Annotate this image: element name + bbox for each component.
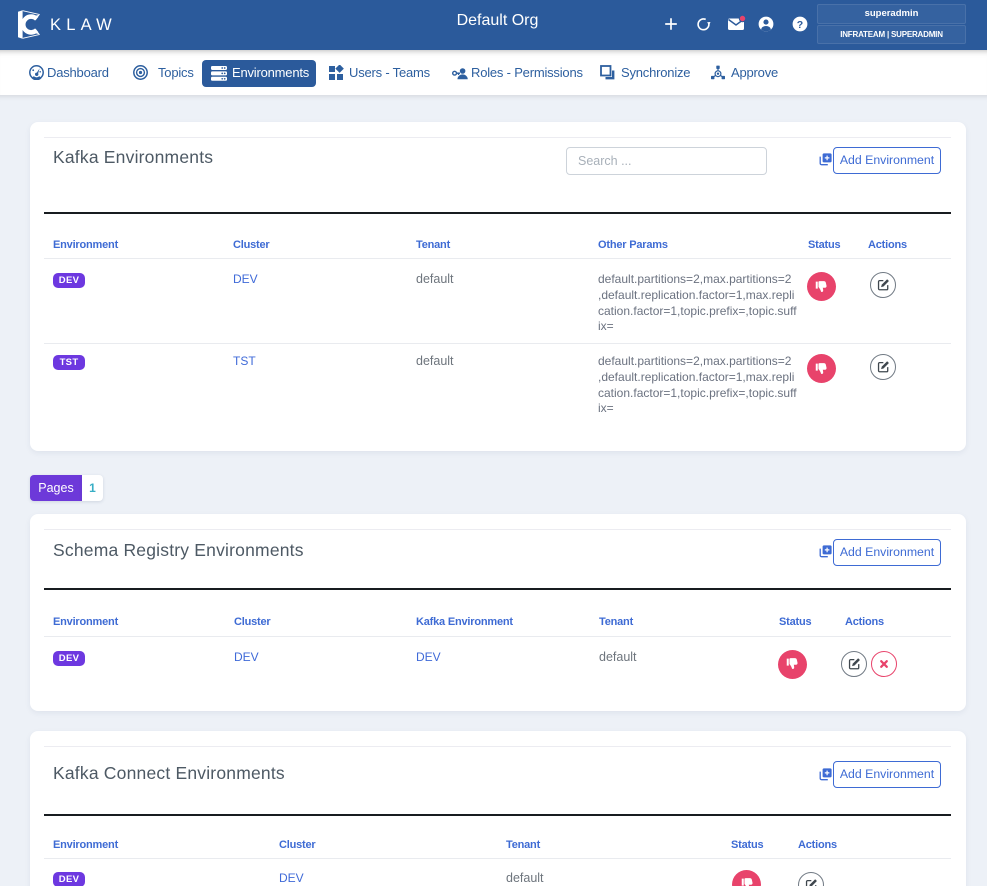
svg-text:?: ? xyxy=(797,19,803,31)
